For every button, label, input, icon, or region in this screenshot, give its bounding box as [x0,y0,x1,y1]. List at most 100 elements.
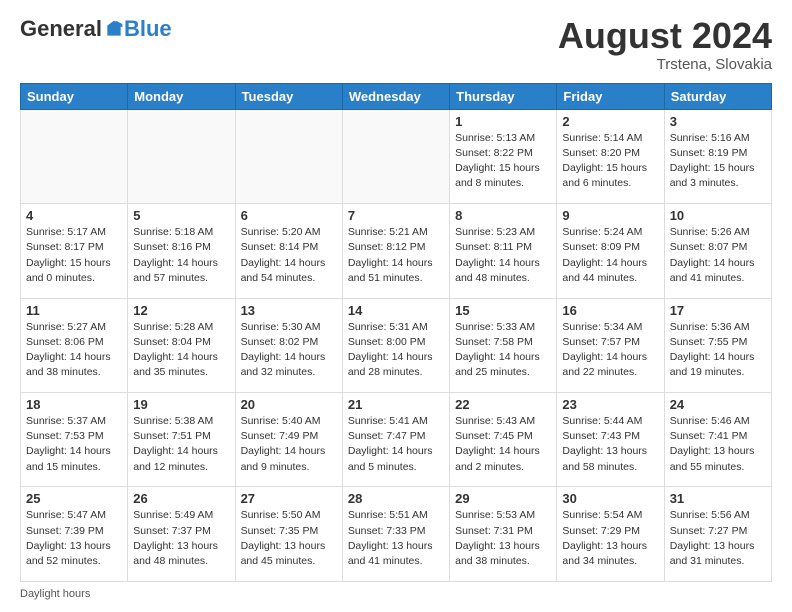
logo-text: General Blue [20,16,172,42]
title-block: August 2024 Trstena, Slovakia [558,16,772,73]
calendar-header-wednesday: Wednesday [342,83,449,109]
day-number: 30 [562,491,658,506]
calendar-cell [128,109,235,203]
calendar-cell: 15 Sunrise: 5:33 AMSunset: 7:58 PMDayligh… [450,298,557,392]
day-number: 23 [562,397,658,412]
day-info: Sunrise: 5:40 AMSunset: 7:49 PMDaylight:… [241,414,337,475]
day-number: 5 [133,208,229,223]
day-info: Sunrise: 5:51 AMSunset: 7:33 PMDaylight:… [348,508,444,569]
day-info: Sunrise: 5:41 AMSunset: 7:47 PMDaylight:… [348,414,444,475]
calendar-cell: 10 Sunrise: 5:26 AMSunset: 8:07 PMDayligh… [664,204,771,298]
day-info: Sunrise: 5:28 AMSunset: 8:04 PMDaylight:… [133,320,229,381]
calendar-week-3: 18Sunrise: 5:37 AMSunset: 7:53 PMDayligh… [21,393,772,487]
day-number: 8 [455,208,551,223]
calendar-header-friday: Friday [557,83,664,109]
calendar-cell: 3 Sunrise: 5:16 AMSunset: 8:19 PMDaylight… [664,109,771,203]
calendar-cell: 17Sunrise: 5:36 AMSunset: 7:55 PMDayligh… [664,298,771,392]
day-info: Sunrise: 5:23 AMSunset: 8:11 PMDaylight:… [455,225,551,286]
calendar-cell: 16Sunrise: 5:34 AMSunset: 7:57 PMDayligh… [557,298,664,392]
day-info: Sunrise: 5:44 AMSunset: 7:43 PMDaylight:… [562,414,658,475]
day-number: 2 [562,114,658,129]
page: General Blue August 2024 Trstena, Slovak… [0,0,792,612]
day-info: Sunrise: 5:26 AMSunset: 8:07 PMDaylight:… [670,225,766,286]
calendar-cell: 7 Sunrise: 5:21 AMSunset: 8:12 PMDaylight… [342,204,449,298]
calendar-cell [21,109,128,203]
day-info: Sunrise: 5:37 AMSunset: 7:53 PMDaylight:… [26,414,122,475]
calendar-cell: 31 Sunrise: 5:56 AMSunset: 7:27 PMDayligh… [664,487,771,582]
day-info: Sunrise: 5:33 AMSunset: 7:58 PMDaylight:… [455,320,551,381]
day-number: 22 [455,397,551,412]
calendar-week-1: 4 Sunrise: 5:17 AMSunset: 8:17 PMDaylight… [21,204,772,298]
day-info: Sunrise: 5:47 AMSunset: 7:39 PMDaylight:… [26,508,122,569]
calendar-cell: 1 Sunrise: 5:13 AMSunset: 8:22 PMDaylight… [450,109,557,203]
day-info: Sunrise: 5:49 AMSunset: 7:37 PMDaylight:… [133,508,229,569]
calendar-cell: 14Sunrise: 5:31 AMSunset: 8:00 PMDayligh… [342,298,449,392]
calendar-cell: 22 Sunrise: 5:43 AMSunset: 7:45 PMDayligh… [450,393,557,487]
day-number: 24 [670,397,766,412]
calendar-header-saturday: Saturday [664,83,771,109]
day-number: 12 [133,303,229,318]
day-number: 20 [241,397,337,412]
day-info: Sunrise: 5:43 AMSunset: 7:45 PMDaylight:… [455,414,551,475]
calendar-cell: 6Sunrise: 5:20 AMSunset: 8:14 PMDaylight… [235,204,342,298]
day-info: Sunrise: 5:56 AMSunset: 7:27 PMDaylight:… [670,508,766,569]
day-number: 10 [670,208,766,223]
calendar-cell: 25 Sunrise: 5:47 AMSunset: 7:39 PMDayligh… [21,487,128,582]
calendar-cell: 23 Sunrise: 5:44 AMSunset: 7:43 PMDayligh… [557,393,664,487]
day-info: Sunrise: 5:18 AMSunset: 8:16 PMDaylight:… [133,225,229,286]
day-number: 31 [670,491,766,506]
calendar-header-row: SundayMondayTuesdayWednesdayThursdayFrid… [21,83,772,109]
day-number: 15 [455,303,551,318]
calendar-cell: 21Sunrise: 5:41 AMSunset: 7:47 PMDayligh… [342,393,449,487]
logo-icon [104,19,124,39]
day-info: Sunrise: 5:21 AMSunset: 8:12 PMDaylight:… [348,225,444,286]
calendar-cell: 28 Sunrise: 5:51 AMSunset: 7:33 PMDayligh… [342,487,449,582]
day-number: 7 [348,208,444,223]
day-number: 9 [562,208,658,223]
calendar-cell: 19 Sunrise: 5:38 AMSunset: 7:51 PMDayligh… [128,393,235,487]
day-info: Sunrise: 5:53 AMSunset: 7:31 PMDaylight:… [455,508,551,569]
day-info: Sunrise: 5:17 AMSunset: 8:17 PMDaylight:… [26,225,122,286]
calendar-cell: 12 Sunrise: 5:28 AMSunset: 8:04 PMDayligh… [128,298,235,392]
day-number: 1 [455,114,551,129]
logo-general: General [20,16,102,42]
calendar-cell: 24Sunrise: 5:46 AMSunset: 7:41 PMDayligh… [664,393,771,487]
calendar-header-monday: Monday [128,83,235,109]
day-info: Sunrise: 5:14 AMSunset: 8:20 PMDaylight:… [562,131,658,192]
logo: General Blue [20,16,172,42]
calendar-cell: 4 Sunrise: 5:17 AMSunset: 8:17 PMDaylight… [21,204,128,298]
location: Trstena, Slovakia [558,56,772,73]
calendar-cell: 29Sunrise: 5:53 AMSunset: 7:31 PMDayligh… [450,487,557,582]
day-number: 26 [133,491,229,506]
day-info: Sunrise: 5:38 AMSunset: 7:51 PMDaylight:… [133,414,229,475]
calendar-header-sunday: Sunday [21,83,128,109]
day-number: 19 [133,397,229,412]
day-number: 13 [241,303,337,318]
day-number: 3 [670,114,766,129]
calendar-cell: 30 Sunrise: 5:54 AMSunset: 7:29 PMDayligh… [557,487,664,582]
calendar-header-thursday: Thursday [450,83,557,109]
day-number: 4 [26,208,122,223]
logo-blue: Blue [124,16,172,42]
day-number: 25 [26,491,122,506]
calendar-cell: 27Sunrise: 5:50 AMSunset: 7:35 PMDayligh… [235,487,342,582]
day-info: Sunrise: 5:54 AMSunset: 7:29 PMDaylight:… [562,508,658,569]
day-info: Sunrise: 5:20 AMSunset: 8:14 PMDaylight:… [241,225,337,286]
day-info: Sunrise: 5:24 AMSunset: 8:09 PMDaylight:… [562,225,658,286]
month-title: August 2024 [558,16,772,56]
calendar-cell: 18Sunrise: 5:37 AMSunset: 7:53 PMDayligh… [21,393,128,487]
calendar-cell: 26 Sunrise: 5:49 AMSunset: 7:37 PMDayligh… [128,487,235,582]
calendar-cell: 5 Sunrise: 5:18 AMSunset: 8:16 PMDaylight… [128,204,235,298]
day-info: Sunrise: 5:16 AMSunset: 8:19 PMDaylight:… [670,131,766,192]
calendar-cell: 8 Sunrise: 5:23 AMSunset: 8:11 PMDaylight… [450,204,557,298]
day-info: Sunrise: 5:31 AMSunset: 8:00 PMDaylight:… [348,320,444,381]
day-number: 16 [562,303,658,318]
day-number: 27 [241,491,337,506]
day-info: Sunrise: 5:13 AMSunset: 8:22 PMDaylight:… [455,131,551,192]
calendar: SundayMondayTuesdayWednesdayThursdayFrid… [20,83,772,582]
calendar-week-0: 1 Sunrise: 5:13 AMSunset: 8:22 PMDaylight… [21,109,772,203]
day-number: 11 [26,303,122,318]
calendar-week-2: 11Sunrise: 5:27 AMSunset: 8:06 PMDayligh… [21,298,772,392]
calendar-week-4: 25 Sunrise: 5:47 AMSunset: 7:39 PMDayligh… [21,487,772,582]
day-number: 28 [348,491,444,506]
